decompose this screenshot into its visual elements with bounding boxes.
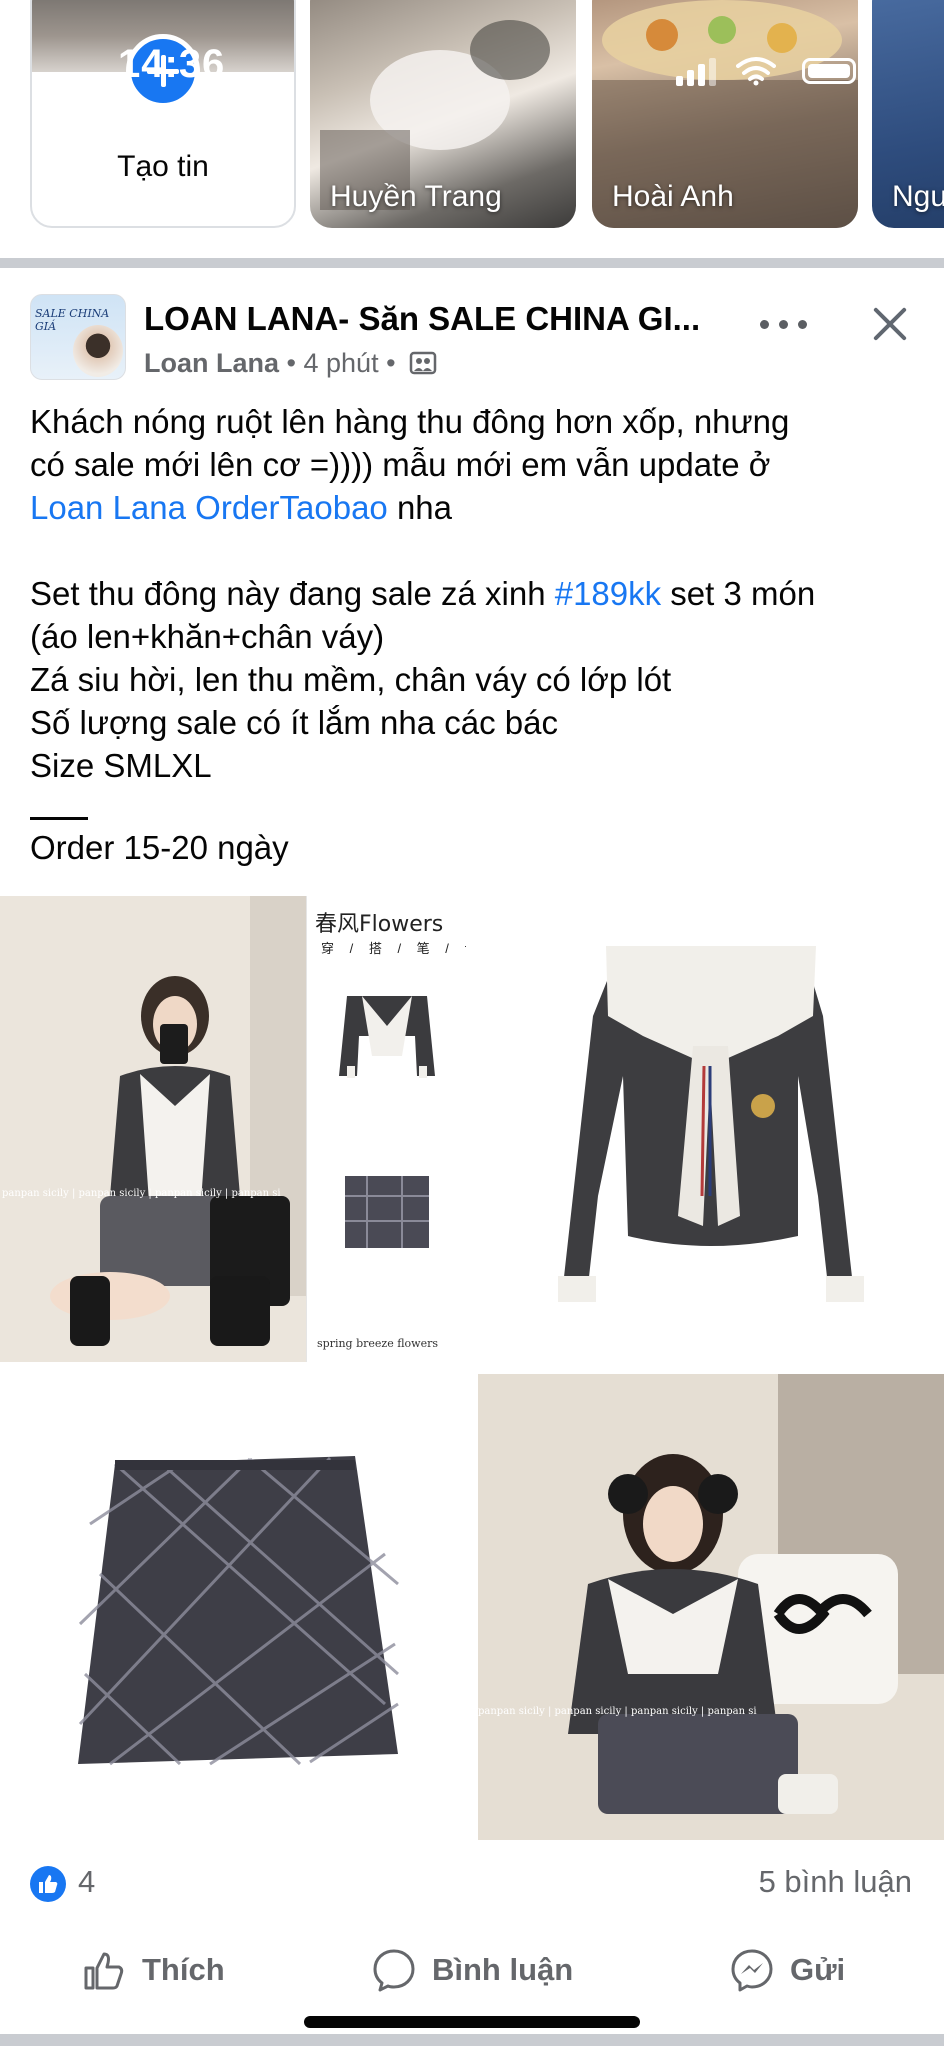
comment-bubble-icon bbox=[373, 1949, 415, 1992]
create-story-label: Tạo tin bbox=[117, 150, 209, 183]
post-text-line: Size SMLXL bbox=[30, 747, 212, 784]
post-stats: 4 5 bình luận bbox=[0, 1840, 944, 1940]
section-divider bbox=[0, 258, 944, 268]
post-text: Khách nóng ruột lên hàng thu đông hơn xố… bbox=[30, 400, 920, 869]
page-link[interactable]: Loan Lana OrderTaobao bbox=[30, 489, 388, 526]
post-text-line: Khách nóng ruột lên hàng thu đông hơn xố… bbox=[30, 403, 790, 440]
like-label: Thích bbox=[142, 1952, 225, 1987]
meta-separator: • bbox=[286, 348, 296, 378]
messenger-icon bbox=[731, 1949, 773, 1992]
like-button[interactable]: Thích bbox=[80, 1940, 225, 2000]
photo-watermark: panpan sicily | panpan sicily | panpan s… bbox=[478, 1706, 757, 1717]
post-author[interactable]: Loan Lana bbox=[144, 348, 279, 378]
post-meta: Loan Lana • 4 phút • bbox=[144, 348, 437, 379]
create-story-card[interactable]: Tạo tin bbox=[30, 0, 296, 228]
post-photo[interactable] bbox=[478, 896, 944, 1362]
post-text-line: có sale mới lên cơ =)))) mẫu mới em vẫn … bbox=[30, 446, 771, 483]
brand-panel: 春风Flowers 穿 / 搭 / 笔 / 记 spring breeze fl… bbox=[306, 896, 466, 1362]
story-author-name: Ngu bbox=[892, 180, 944, 213]
post-text-line: Zá siu hời, len thu mềm, chân váy có lớp… bbox=[30, 661, 672, 698]
brand-footer: spring breeze flowers bbox=[317, 1337, 438, 1350]
post-text-fragment: nha bbox=[387, 489, 453, 526]
more-options-button[interactable] bbox=[756, 304, 812, 344]
thumbs-up-icon bbox=[84, 1952, 124, 1990]
page-avatar[interactable]: SALE CHINA GIÁ bbox=[30, 294, 126, 380]
product-thumbnails bbox=[339, 996, 435, 1248]
story-author-name: Huyền Trang bbox=[330, 180, 502, 213]
page-name[interactable]: LOAN LANA- Săn SALE CHINA GI... bbox=[144, 300, 700, 338]
close-icon[interactable] bbox=[868, 302, 912, 346]
brand-subtitle: 穿 / 搭 / 笔 / 记 bbox=[321, 941, 466, 956]
post-text-fragment: set 3 món bbox=[661, 575, 816, 612]
story-author-name: Hoài Anh bbox=[612, 180, 734, 213]
post-text-line: Order 15-20 ngày bbox=[30, 829, 289, 866]
post-text-line: (áo len+khăn+chân váy) bbox=[30, 618, 385, 655]
group-audience-icon bbox=[409, 351, 437, 375]
add-story-icon[interactable] bbox=[126, 34, 200, 108]
post-text-fragment: Set thu đông này đang sale zá xinh bbox=[30, 575, 555, 612]
cardigan-photo bbox=[558, 946, 864, 1302]
home-indicator[interactable] bbox=[304, 2016, 640, 2028]
photo-watermark: panpan sicily | panpan sicily | panpan s… bbox=[2, 1188, 281, 1199]
comment-button[interactable]: Bình luận bbox=[370, 1940, 573, 2000]
hashtag-link[interactable]: #189kk bbox=[555, 575, 661, 612]
post-photo[interactable]: panpan sicily | panpan sicily | panpan s… bbox=[478, 1374, 944, 1840]
reaction-count[interactable]: 4 bbox=[78, 1864, 95, 1900]
post-time[interactable]: 4 phút bbox=[304, 348, 379, 378]
stories-tray: Tạo tin Huyền Trang Hoài Anh Ngu bbox=[0, 0, 944, 258]
post-text-line: Số lượng sale có ít lắm nha các bác bbox=[30, 704, 558, 741]
post-text-line: Loan Lana OrderTaobao nha bbox=[30, 486, 920, 529]
meta-separator: • bbox=[386, 348, 396, 378]
comment-label: Bình luận bbox=[432, 1952, 574, 1987]
plaid-skirt-photo bbox=[78, 1456, 399, 1766]
model-illustration: panpan sicily | panpan sicily | panpan s… bbox=[0, 896, 306, 1362]
model-photo: panpan sicily | panpan sicily | panpan s… bbox=[0, 896, 306, 1362]
model-photo-2: panpan sicily | panpan sicily | panpan s… bbox=[478, 1374, 944, 1840]
post-text-line: Set thu đông này đang sale zá xinh #189k… bbox=[30, 572, 920, 615]
photo-grid: panpan sicily | panpan sicily | panpan s… bbox=[0, 896, 944, 1840]
story-card[interactable]: Huyền Trang bbox=[310, 0, 576, 228]
comment-count[interactable]: 5 bình luận bbox=[759, 1864, 912, 1900]
brand-title: 春风Flowers bbox=[315, 912, 444, 937]
text-divider bbox=[30, 817, 88, 820]
send-label: Gửi bbox=[790, 1952, 846, 1987]
section-divider bbox=[0, 2034, 944, 2046]
story-card[interactable]: Hoài Anh bbox=[592, 0, 858, 228]
post-photo[interactable] bbox=[0, 1374, 466, 1840]
post-actions: Thích Bình luận Gửi bbox=[0, 1930, 944, 2020]
send-button[interactable]: Gửi bbox=[728, 1940, 845, 2000]
avatar-photo bbox=[73, 325, 123, 377]
like-reaction-icon[interactable] bbox=[30, 1866, 66, 1902]
post-photo[interactable]: panpan sicily | panpan sicily | panpan s… bbox=[0, 896, 466, 1362]
story-card[interactable]: Ngu bbox=[872, 0, 944, 228]
